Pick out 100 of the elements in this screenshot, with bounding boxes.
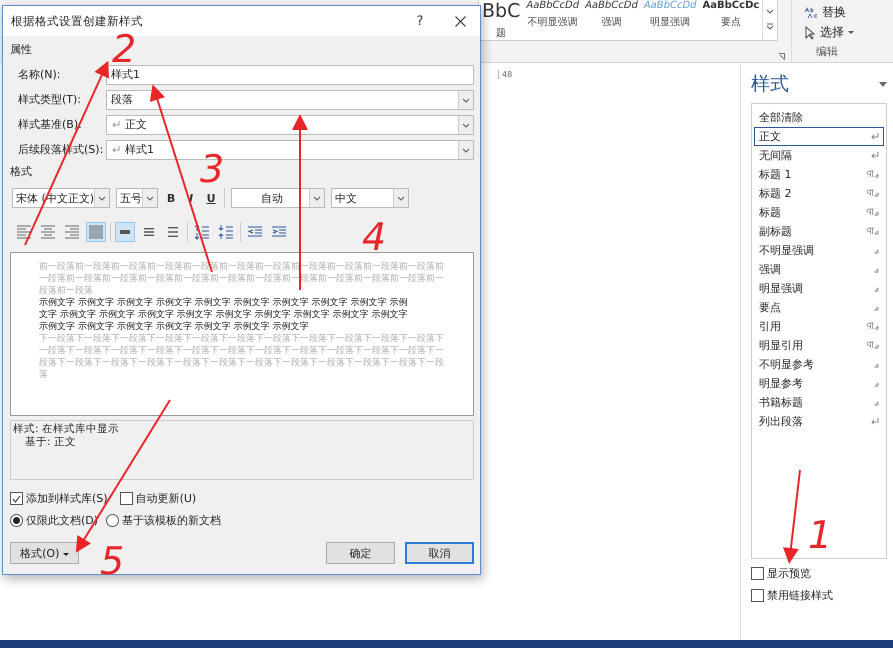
underline-button[interactable]: U — [204, 192, 218, 204]
align-left-icon — [15, 223, 33, 241]
bold-button[interactable]: B — [164, 192, 178, 204]
style-name: 引用 — [759, 319, 781, 334]
style-item[interactable]: 全部清除 — [754, 108, 884, 127]
checkbox-label: 自动更新(U) — [136, 491, 196, 506]
style-item[interactable]: 书籍标题 — [754, 393, 884, 412]
caret-icon — [62, 552, 69, 556]
style-item[interactable]: 不明显强调 — [754, 241, 884, 260]
align-justify-button[interactable] — [86, 222, 106, 242]
style-sample[interactable]: BbC — [482, 0, 520, 22]
line-spacing-button[interactable] — [115, 222, 135, 242]
align-right-icon — [63, 223, 81, 241]
style-item[interactable]: 无间隔 — [754, 146, 884, 165]
style-item[interactable]: 明显强调 — [754, 279, 884, 298]
style-label[interactable]: 明显强调 — [650, 15, 690, 29]
style-item[interactable]: 标题 1 — [754, 165, 884, 184]
pane-title: 样式 — [751, 72, 789, 97]
style-item[interactable]: 明显参考 — [754, 374, 884, 393]
style-name: 强调 — [759, 262, 781, 277]
window-title: 根据格式设置创建新样式 — [11, 14, 144, 28]
space-before-icon — [193, 223, 211, 241]
style-name: 标题 — [759, 205, 781, 220]
style-name: 标题 1 — [759, 167, 792, 182]
align-center-icon — [39, 223, 57, 241]
checkbox[interactable]: 添加到样式库(S) — [10, 491, 108, 506]
description-text: 样式: 在样式库中显示 — [13, 423, 120, 436]
style-name: 要点 — [759, 300, 781, 315]
size-dropdown[interactable]: 五号 — [116, 188, 158, 208]
style-label[interactable]: 要点 — [720, 15, 741, 29]
style-item[interactable]: 引用 — [754, 317, 884, 336]
dropdown-field[interactable]: 正文 — [106, 114, 474, 134]
style-name: 标题 2 — [759, 186, 792, 201]
line-spacing-icon — [120, 230, 130, 234]
preview-sample-text: 示例文字 示例文字 示例文字 示例文字 示例文字 示例文字 示例文字 示例文字 示例文字 示例 — [39, 297, 408, 309]
style-name: 明显强调 — [759, 281, 803, 296]
style-item[interactable]: 强调 — [754, 260, 884, 279]
checkbox[interactable]: 自动更新(U) — [120, 491, 196, 506]
style-name: 明显引用 — [759, 338, 803, 353]
help-button[interactable]: ? — [400, 12, 440, 30]
language-dropdown[interactable]: 中文 — [331, 188, 410, 208]
more-icon — [766, 23, 774, 31]
paragraph-mark-icon — [871, 152, 879, 159]
linked-style-icon — [865, 322, 879, 331]
cursor-icon — [804, 26, 816, 40]
style-label[interactable]: 强调 — [601, 15, 622, 29]
style-item[interactable]: 副标题 — [754, 222, 884, 241]
paragraph-mark-icon — [871, 418, 879, 425]
style-item[interactable]: 标题 2 — [754, 184, 884, 203]
field-label: 样式类型(T): — [18, 92, 82, 107]
font-color-dropdown[interactable]: 自动 — [231, 188, 326, 208]
preview-sample-text: 示例文字 示例文字 示例文字 示例文字 示例文字 示例文字 示例文字 — [39, 321, 310, 333]
ok-button[interactable]: 确定 — [326, 542, 395, 564]
paragraph-mark-icon — [871, 133, 879, 140]
input-field[interactable]: 样式1 — [106, 64, 474, 84]
style-name: 无间隔 — [759, 148, 792, 163]
style-item[interactable]: 标题 — [754, 203, 884, 222]
style-label[interactable]: 题 — [496, 26, 506, 40]
style-item[interactable]: 列出段落 — [754, 412, 884, 431]
scroll-down-icon — [766, 9, 774, 15]
group-label: 编辑 — [815, 44, 839, 59]
caret-icon — [848, 30, 854, 34]
section-heading: 格式 — [10, 164, 32, 179]
style-sample[interactable]: AaBbCcDd — [585, 0, 638, 11]
space-after-button[interactable] — [216, 222, 236, 242]
annotation-number: 5 — [100, 539, 124, 583]
field-label: 名称(N): — [18, 67, 62, 82]
linked-style-icon — [865, 208, 879, 217]
style-name: 正文 — [759, 129, 781, 144]
style-label[interactable]: 不明显强调 — [528, 15, 578, 29]
style-item[interactable]: 正文 — [754, 127, 884, 146]
cancel-button[interactable]: 取消 — [405, 542, 474, 564]
space-after-icon — [217, 223, 235, 241]
dialog-launcher-icon — [778, 53, 785, 60]
replace-button[interactable]: 替换 — [804, 4, 854, 21]
style-name: 不明显参考 — [759, 357, 814, 372]
style-item[interactable]: 要点 — [754, 298, 884, 317]
style-item[interactable]: 明显引用 — [754, 336, 884, 355]
linked-style-icon — [865, 227, 879, 236]
style-name: 全部清除 — [759, 110, 803, 125]
description-text: 基于: 正文 — [24, 436, 77, 449]
ruler-mark: 48 — [498, 70, 512, 79]
checkmark-icon — [12, 494, 21, 502]
style-name: 副标题 — [759, 224, 792, 239]
style-name: 不明显强调 — [759, 243, 814, 258]
format-button[interactable]: 格式(O) — [10, 542, 79, 564]
style-item[interactable]: 不明显参考 — [754, 355, 884, 374]
style-name: 列出段落 — [759, 414, 803, 429]
annotation-number: 1 — [808, 513, 832, 557]
style-sample[interactable]: AaBbCcDc — [702, 0, 760, 11]
option-checkbox[interactable]: 禁用链接样式 — [751, 588, 887, 603]
dropdown-field[interactable]: 段落 — [106, 90, 474, 110]
linked-style-icon — [865, 189, 879, 198]
style-name: 明显参考 — [759, 376, 803, 391]
style-sample[interactable]: AaBbCcDd — [526, 0, 580, 11]
option-checkbox[interactable]: 显示预览 — [751, 566, 887, 581]
preview-next-paragraph: 下一段落下一段落下一段落下一段落下一段落下一段落下一段落下一段落下一段落下一段落下一段落下一段落下一段落下一段落下一段落下一段落下一段落下一段落下一段落下一段落下一段落下一段落下一段落下一段落下一段落下一段落下一段落下一段落下一段落下一段落下一段落下一段落下一段落下一段落 — [39, 333, 445, 381]
close-icon — [454, 16, 466, 26]
select-button[interactable]: 选择 — [804, 24, 854, 41]
replace-icon — [804, 6, 818, 18]
